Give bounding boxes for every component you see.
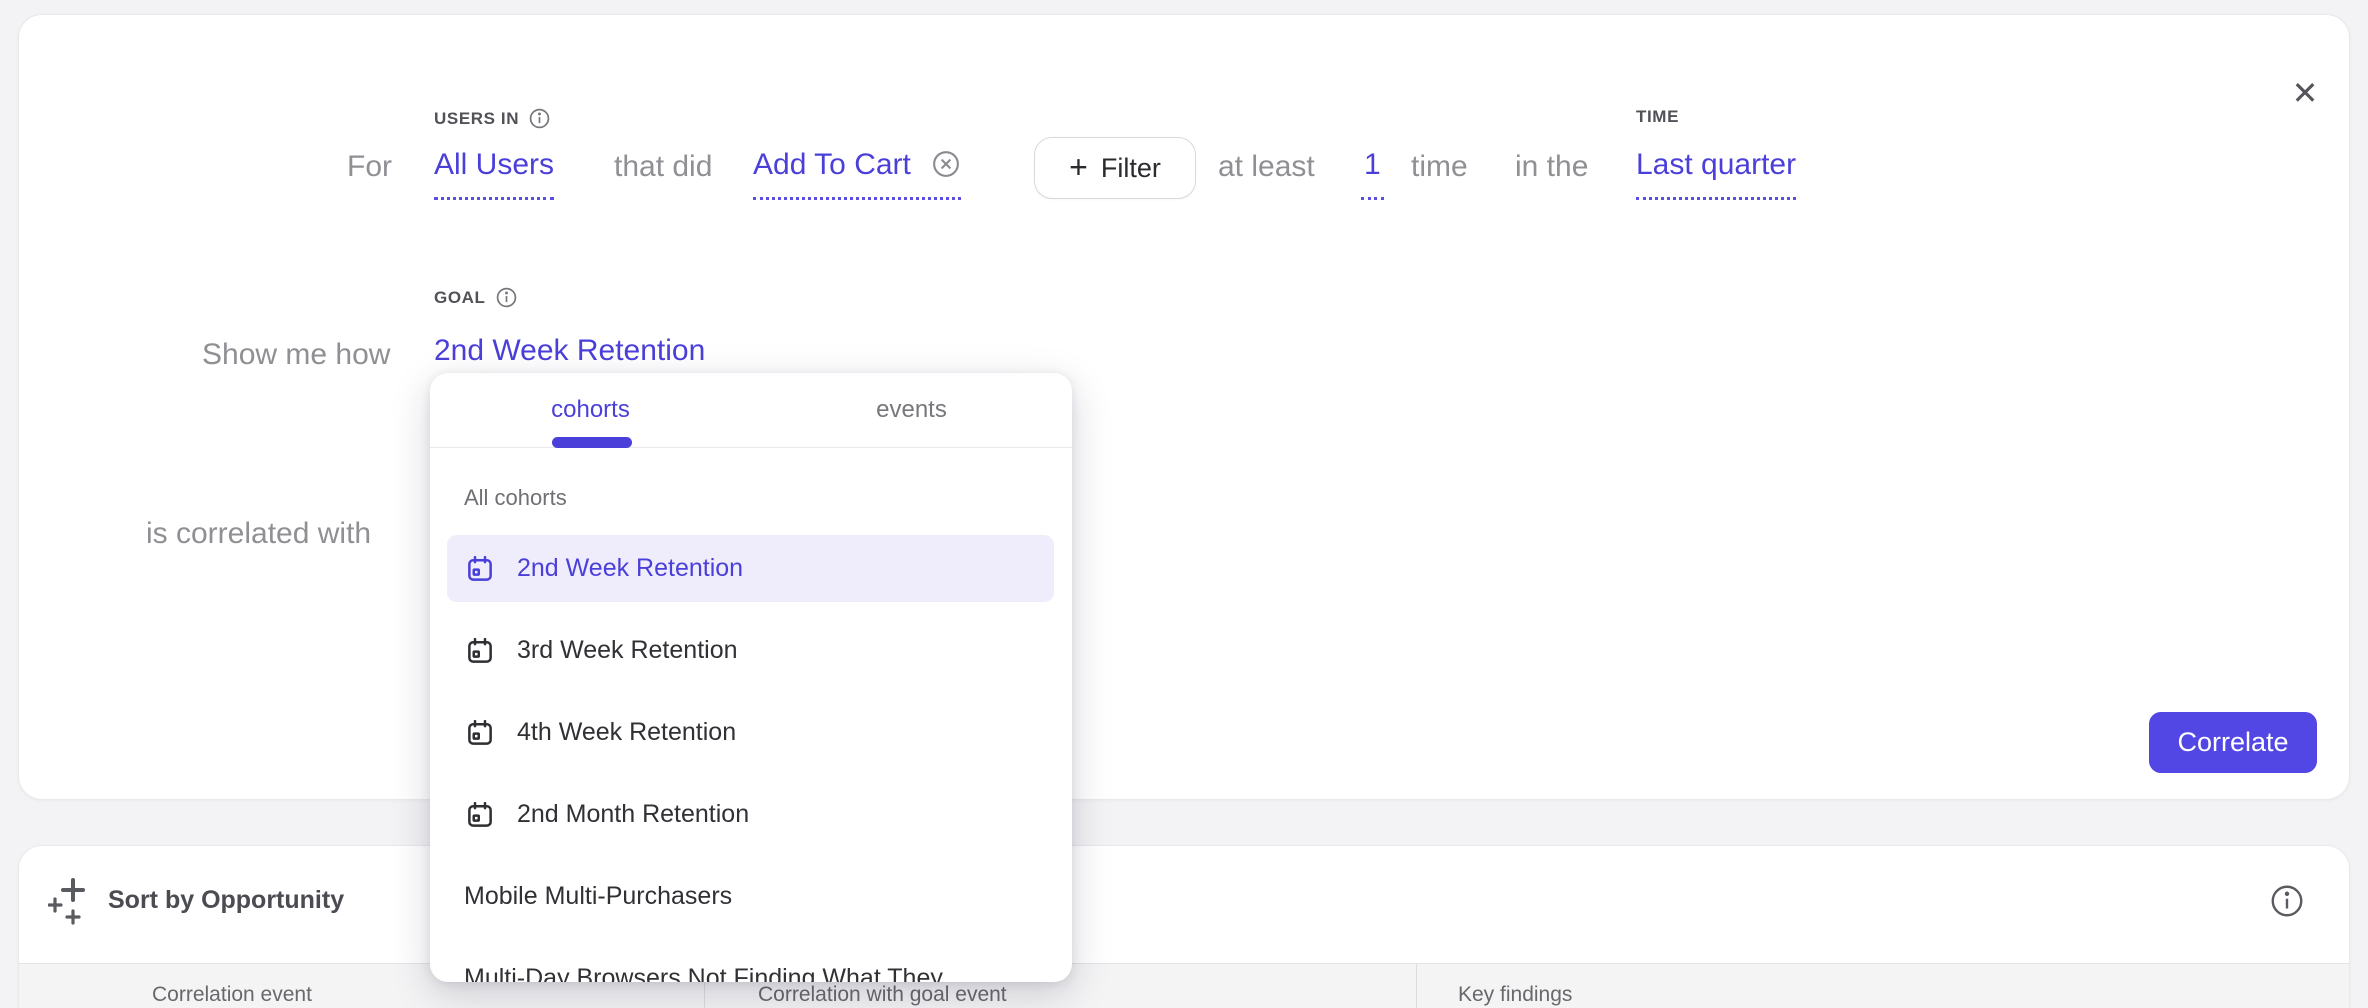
event-selector[interactable]: Add To Cart [753, 145, 961, 200]
cohort-option-label: Multi-Day Browsers Not Finding What They [464, 964, 943, 982]
cohort-option[interactable]: Mobile Multi-Purchasers [447, 863, 1054, 930]
sentence-is-correlated-with: is correlated with [146, 514, 371, 554]
correlation-builder-screen: ✕ For USERS IN All Users that did Add To… [0, 0, 2368, 1008]
column-header-correlation-with-goal: Correlation with goal event [758, 983, 1007, 1007]
remove-event-icon[interactable] [931, 149, 961, 179]
cohort-selector[interactable]: All Users [434, 145, 554, 200]
sparkle-icon [48, 875, 92, 925]
time-range-selector[interactable]: Last quarter [1636, 145, 1796, 200]
cohort-option[interactable]: 2nd Month Retention [447, 781, 1054, 848]
goal-label: GOAL [434, 286, 518, 309]
sort-by-opportunity-button[interactable]: Sort by Opportunity [48, 875, 344, 925]
active-tab-indicator [552, 437, 632, 448]
time-label: TIME [1636, 107, 1679, 127]
cohort-option-label: Mobile Multi-Purchasers [464, 882, 732, 911]
users-in-info-icon[interactable] [528, 107, 551, 130]
time-label-text: TIME [1636, 107, 1679, 127]
sentence-show-me-how: Show me how [202, 335, 390, 375]
time-range-value: Last quarter [1636, 148, 1796, 181]
tab-events[interactable]: events [751, 373, 1072, 447]
sentence-time: time [1411, 147, 1468, 187]
sentence-for: For [347, 147, 392, 187]
close-icon: ✕ [2292, 74, 2319, 112]
query-builder-card: ✕ For USERS IN All Users that did Add To… [18, 14, 2350, 800]
correlate-button[interactable]: Correlate [2149, 712, 2317, 773]
sentence-that-did: that did [614, 147, 712, 187]
goal-picker-dropdown: cohorts events All cohorts 2nd Week Rete… [430, 373, 1072, 982]
cohort-option[interactable]: Multi-Day Browsers Not Finding What They [447, 945, 1054, 982]
count-selector-value: 1 [1364, 148, 1381, 181]
sentence-at-least: at least [1218, 147, 1315, 187]
column-divider [1416, 964, 1417, 1008]
dropdown-tabs: cohorts events [430, 373, 1072, 448]
cohort-selector-value: All Users [434, 148, 554, 181]
cohort-option-label: 2nd Month Retention [517, 800, 749, 829]
goal-selector-value: 2nd Week Retention [434, 334, 705, 367]
sentence-in-the: in the [1515, 147, 1588, 187]
count-selector[interactable]: 1 [1361, 145, 1384, 200]
tab-cohorts[interactable]: cohorts [430, 373, 751, 447]
goal-info-icon[interactable] [495, 286, 518, 309]
cohort-option-label: 4th Week Retention [517, 718, 736, 747]
cohort-option[interactable]: 2nd Week Retention [447, 535, 1054, 602]
add-filter-button[interactable]: + Filter [1034, 137, 1196, 199]
sort-button-label: Sort by Opportunity [108, 886, 344, 915]
results-table-header: Correlation event Correlation with goal … [19, 963, 2349, 1008]
column-header-key-findings: Key findings [1458, 983, 1572, 1007]
calendar-icon [465, 554, 495, 584]
users-in-label-text: USERS IN [434, 109, 519, 129]
cohort-option[interactable]: 4th Week Retention [447, 699, 1054, 766]
close-button[interactable]: ✕ [2281, 69, 2329, 117]
tab-events-label: events [876, 396, 947, 424]
tab-cohorts-label: cohorts [551, 396, 630, 424]
goal-label-text: GOAL [434, 288, 486, 308]
users-in-label: USERS IN [434, 107, 551, 130]
column-header-correlation-event: Correlation event [152, 983, 312, 1007]
plus-icon: + [1069, 151, 1088, 183]
results-info-icon[interactable] [2269, 883, 2305, 919]
calendar-icon [465, 800, 495, 830]
calendar-icon [465, 718, 495, 748]
filter-button-label: Filter [1101, 153, 1161, 184]
cohort-option[interactable]: 3rd Week Retention [447, 617, 1054, 684]
event-selector-value: Add To Cart [753, 148, 911, 181]
cohort-section-label: All cohorts [464, 485, 567, 511]
calendar-icon [465, 636, 495, 666]
cohort-option-label: 2nd Week Retention [517, 554, 743, 583]
cohort-option-label: 3rd Week Retention [517, 636, 738, 665]
